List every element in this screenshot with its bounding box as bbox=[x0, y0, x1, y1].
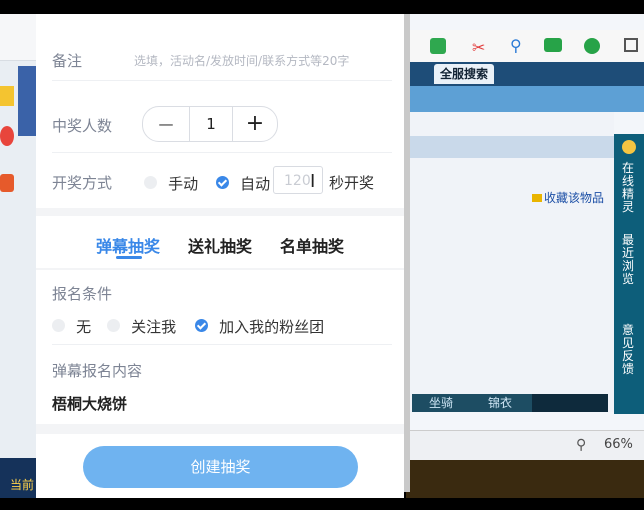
winner-count-input[interactable]: 1 bbox=[190, 107, 232, 141]
divider bbox=[52, 80, 392, 81]
right-side-panel: 在线精灵 最近浏览 意见反馈 bbox=[614, 134, 644, 414]
tab-costume[interactable]: 锦衣 bbox=[468, 394, 532, 412]
divider bbox=[52, 344, 392, 345]
danmu-content-input[interactable]: 梧桐大烧饼 bbox=[52, 393, 127, 414]
tab-list-lottery[interactable]: 名单抽奖 bbox=[280, 233, 344, 257]
decrement-button[interactable]: — bbox=[143, 107, 189, 141]
weibo-icon bbox=[0, 126, 14, 146]
increment-button[interactable]: + bbox=[233, 107, 277, 141]
right-game-strip bbox=[406, 460, 644, 498]
tab-danmu-lottery[interactable]: 弹幕抽奖 bbox=[96, 233, 160, 257]
active-tab-indicator bbox=[116, 256, 142, 259]
left-bottom-text: 当前 bbox=[10, 478, 35, 492]
draw-method-label: 开奖方式 bbox=[52, 174, 113, 192]
draw-auto-option[interactable]: 自动 bbox=[216, 173, 270, 194]
radio-checked-icon bbox=[216, 176, 229, 189]
signup-fanclub-option[interactable]: 加入我的粉丝团 bbox=[195, 316, 324, 337]
section-gap bbox=[36, 424, 404, 434]
search-icon[interactable]: ⚲ bbox=[510, 36, 522, 55]
favorite-link-label: 收藏该物品 bbox=[544, 191, 605, 205]
sprite-icon bbox=[622, 140, 636, 154]
yuan-icon[interactable] bbox=[584, 38, 600, 54]
signup-fanclub-label: 加入我的粉丝团 bbox=[219, 318, 325, 336]
folder-icon bbox=[532, 194, 542, 202]
signup-none-label: 无 bbox=[76, 318, 92, 336]
right-sub-tabbar: 坐骑 锦衣 bbox=[412, 394, 608, 412]
tab-global-search[interactable]: 全服搜索 bbox=[434, 64, 495, 84]
panel-scrollbar[interactable] bbox=[404, 14, 410, 492]
winner-count-stepper: — 1 + bbox=[142, 106, 278, 142]
left-background-toolbar bbox=[0, 14, 36, 61]
side-panel-feedback[interactable]: 意见反馈 bbox=[622, 324, 636, 376]
danmu-content-label: 弹幕报名内容 bbox=[52, 362, 143, 380]
signup-follow-label: 关注我 bbox=[131, 318, 177, 336]
signup-none-option[interactable]: 无 bbox=[52, 316, 91, 337]
draw-auto-label: 自动 bbox=[240, 175, 271, 193]
zoom-search-icon[interactable]: ⚲ bbox=[576, 437, 586, 453]
draw-manual-label: 手动 bbox=[168, 175, 199, 193]
radio-icon bbox=[52, 319, 65, 332]
create-lottery-button[interactable]: 创建抽奖 bbox=[83, 446, 358, 488]
side-panel-online-sprite[interactable]: 在线精灵 bbox=[622, 162, 636, 214]
translate-icon[interactable] bbox=[430, 38, 446, 54]
gamepad-icon[interactable] bbox=[544, 38, 562, 52]
tab-mount[interactable]: 坐骑 bbox=[412, 394, 470, 412]
zoom-level[interactable]: 66% bbox=[604, 437, 633, 452]
signup-condition-label: 报名条件 bbox=[52, 285, 113, 303]
right-background-header-strip bbox=[406, 136, 614, 158]
screen-bottom-bar bbox=[0, 498, 644, 510]
scissors-icon[interactable]: ✂ bbox=[472, 38, 485, 57]
star-icon bbox=[0, 86, 14, 106]
lottery-panel: 备注 选填，活动名/发放时间/联系方式等20字 中奖人数 — 1 + 开奖方式 … bbox=[36, 14, 404, 498]
app-icon bbox=[0, 174, 14, 192]
left-background-banner bbox=[18, 66, 36, 136]
divider bbox=[52, 152, 392, 153]
screen-top-bar bbox=[0, 0, 644, 14]
side-panel-recent[interactable]: 最近浏览 bbox=[622, 234, 636, 286]
winner-count-label: 中奖人数 bbox=[52, 117, 113, 135]
right-background-tabbar bbox=[406, 86, 644, 112]
radio-checked-icon bbox=[195, 319, 208, 332]
signup-follow-option[interactable]: 关注我 bbox=[107, 316, 176, 337]
right-status-bar: ⚲ 66% bbox=[406, 430, 644, 461]
radio-icon bbox=[144, 176, 157, 189]
radio-icon bbox=[107, 319, 120, 332]
divider bbox=[36, 268, 404, 270]
remark-label: 备注 bbox=[52, 52, 83, 70]
right-background-toolbar: ✂ ⚲ bbox=[406, 30, 644, 63]
right-background-navbar: 全服搜索 bbox=[406, 62, 644, 86]
grid-icon[interactable] bbox=[624, 38, 638, 52]
draw-manual-option[interactable]: 手动 bbox=[144, 173, 198, 194]
draw-seconds-input[interactable]: 120 bbox=[273, 166, 323, 194]
favorite-link[interactable]: 收藏该物品 bbox=[532, 189, 604, 206]
tab-gift-lottery[interactable]: 送礼抽奖 bbox=[188, 233, 252, 257]
text-cursor-icon: I bbox=[310, 171, 316, 192]
draw-seconds-suffix: 秒开奖 bbox=[329, 174, 375, 192]
section-gap bbox=[36, 208, 404, 216]
remark-input[interactable]: 选填，活动名/发放时间/联系方式等20字 bbox=[134, 52, 394, 69]
